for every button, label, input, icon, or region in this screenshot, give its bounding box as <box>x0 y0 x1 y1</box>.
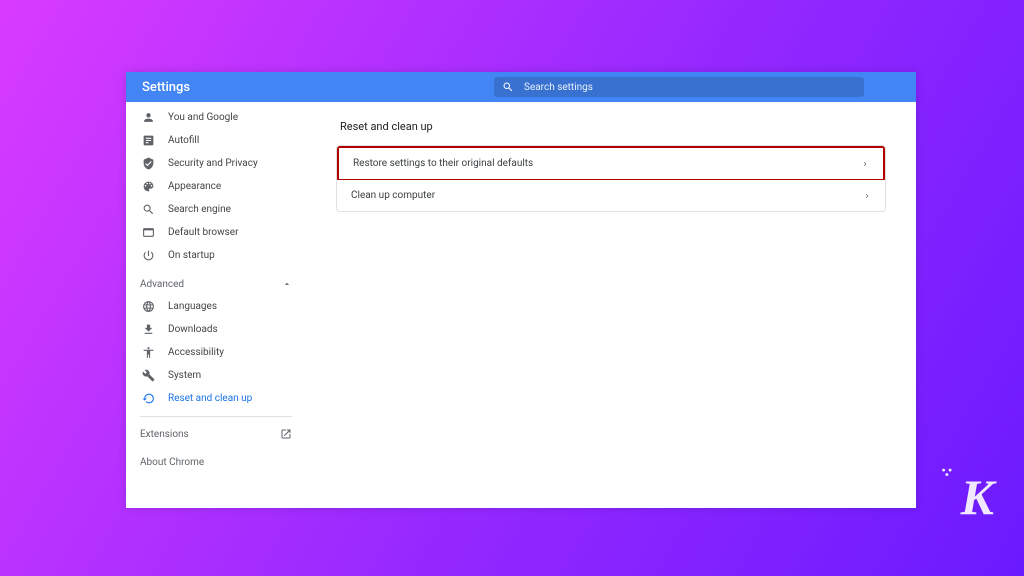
palette-icon <box>140 179 156 195</box>
sidebar-item-label: Accessibility <box>168 347 224 358</box>
search-icon <box>502 81 514 93</box>
download-icon <box>140 322 156 338</box>
row-label: Restore settings to their original defau… <box>353 158 533 169</box>
sidebar-item-system[interactable]: System <box>140 364 292 387</box>
sidebar-item-label: Downloads <box>168 324 218 335</box>
watermark-logo: K <box>961 468 994 526</box>
restore-icon <box>140 391 156 407</box>
sidebar-item-you-and-google[interactable]: You and Google <box>140 106 292 129</box>
open-in-new-icon <box>280 428 292 440</box>
sidebar-item-on-startup[interactable]: On startup <box>140 244 292 267</box>
highlight-annotation: Restore settings to their original defau… <box>337 146 885 181</box>
sidebar-item-autofill[interactable]: Autofill <box>140 129 292 152</box>
browser-icon <box>140 225 156 241</box>
shield-icon <box>140 156 156 172</box>
settings-card: Restore settings to their original defau… <box>336 145 886 212</box>
sidebar-item-default-browser[interactable]: Default browser <box>140 221 292 244</box>
sidebar-item-accessibility[interactable]: Accessibility <box>140 341 292 364</box>
body: You and Google Autofill Security and Pri… <box>126 102 916 508</box>
toolbar: Settings Search settings <box>126 72 916 102</box>
sidebar-item-label: Reset and clean up <box>168 393 252 404</box>
chevron-right-icon <box>861 160 869 168</box>
sidebar-item-downloads[interactable]: Downloads <box>140 318 292 341</box>
sidebar-item-extensions[interactable]: Extensions <box>140 423 292 445</box>
sidebar-item-label: Security and Privacy <box>168 158 258 169</box>
sidebar-item-label: Autofill <box>168 135 199 146</box>
section-label: Advanced <box>140 279 184 290</box>
sidebar-item-languages[interactable]: Languages <box>140 295 292 318</box>
section-title: Reset and clean up <box>336 120 886 133</box>
sidebar-item-appearance[interactable]: Appearance <box>140 175 292 198</box>
autofill-icon <box>140 133 156 149</box>
sidebar-item-reset[interactable]: Reset and clean up <box>140 387 292 410</box>
page-title: Settings <box>126 80 344 95</box>
sidebar-item-label: Languages <box>168 301 217 312</box>
search-icon <box>140 202 156 218</box>
settings-window: Settings Search settings You and Google … <box>126 72 916 508</box>
search-input[interactable]: Search settings <box>494 77 864 97</box>
row-clean-up[interactable]: Clean up computer <box>337 180 885 211</box>
sidebar-item-label: Appearance <box>168 181 221 192</box>
row-restore-defaults[interactable]: Restore settings to their original defau… <box>339 148 883 179</box>
sidebar-item-label: About Chrome <box>140 457 204 468</box>
wrench-icon <box>140 368 156 384</box>
main-content: Reset and clean up Restore settings to t… <box>306 102 916 508</box>
chevron-right-icon <box>863 192 871 200</box>
sidebar-item-label: System <box>168 370 201 381</box>
sidebar-item-label: Default browser <box>168 227 238 238</box>
sidebar-item-label: Search engine <box>168 204 231 215</box>
divider <box>140 416 292 417</box>
accessibility-icon <box>140 345 156 361</box>
sidebar: You and Google Autofill Security and Pri… <box>126 102 306 508</box>
row-label: Clean up computer <box>351 190 435 201</box>
sidebar-item-about[interactable]: About Chrome <box>140 451 292 473</box>
sidebar-item-label: On startup <box>168 250 215 261</box>
person-icon <box>140 110 156 126</box>
advanced-section-toggle[interactable]: Advanced <box>140 273 292 295</box>
sidebar-item-label: You and Google <box>168 112 238 123</box>
sidebar-item-label: Extensions <box>140 429 189 440</box>
globe-icon <box>140 299 156 315</box>
power-icon <box>140 248 156 264</box>
sidebar-item-security[interactable]: Security and Privacy <box>140 152 292 175</box>
sidebar-item-search-engine[interactable]: Search engine <box>140 198 292 221</box>
search-placeholder: Search settings <box>524 82 593 93</box>
chevron-up-icon <box>282 279 292 289</box>
